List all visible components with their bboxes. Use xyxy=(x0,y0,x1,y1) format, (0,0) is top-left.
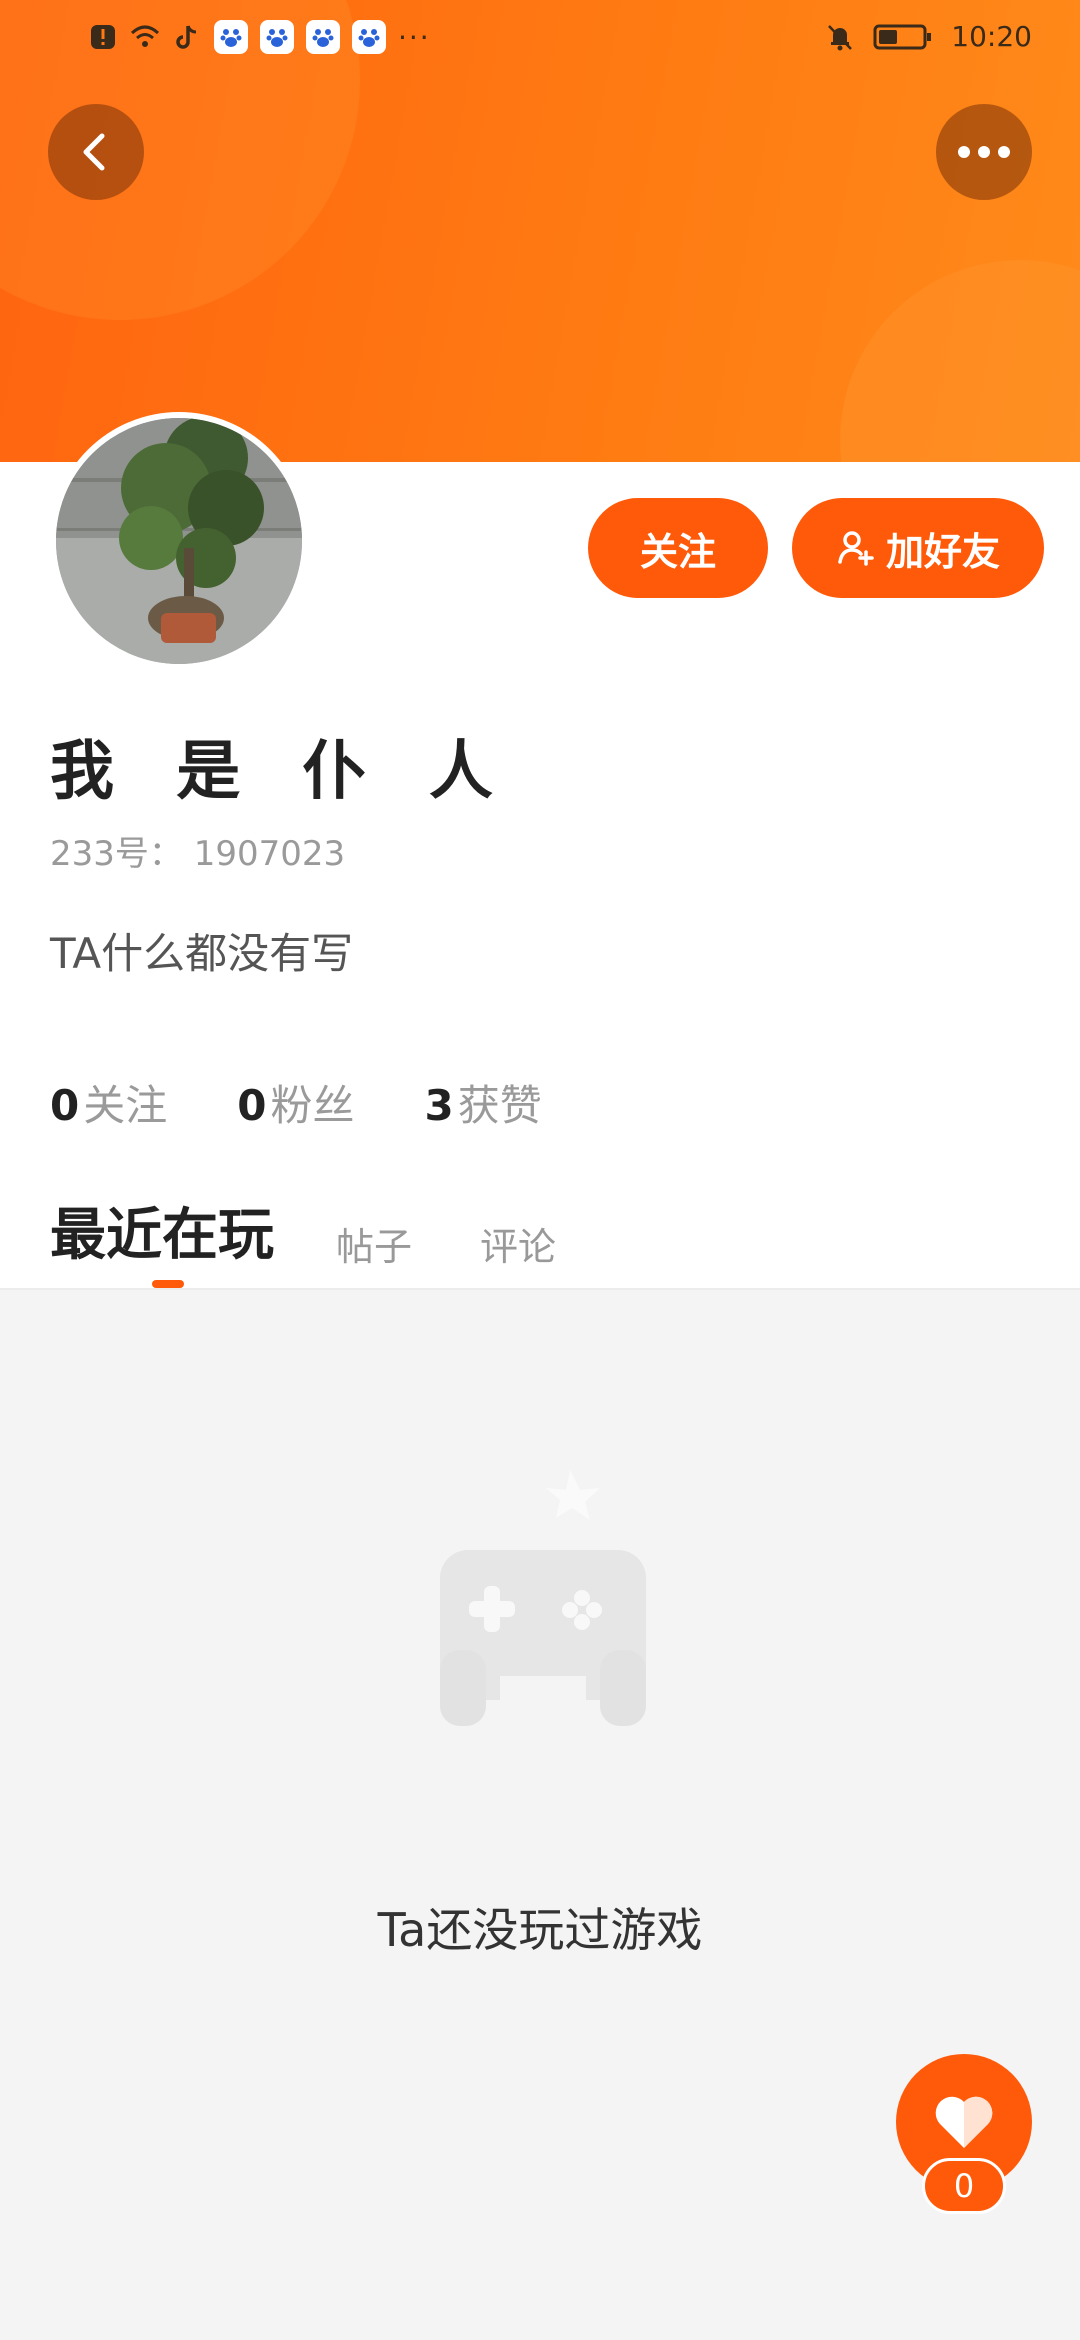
status-time: 10:20 xyxy=(951,20,1032,53)
stat-followers[interactable]: 0粉丝 xyxy=(237,1072,354,1133)
alert-icon xyxy=(91,25,115,49)
more-horizontal-icon xyxy=(958,146,1010,158)
baidu-paw-icon xyxy=(306,20,340,54)
stat-following-label: 关注 xyxy=(83,1081,168,1130)
heart-icon xyxy=(935,2096,993,2148)
gamepad-icon xyxy=(400,1440,700,1740)
tab-recently-played[interactable]: 最近在玩 xyxy=(50,1190,274,1271)
baidu-paw-icon xyxy=(214,20,248,54)
stat-following-count: 0 xyxy=(50,1081,80,1130)
profile-tabs: 最近在玩 帖子 评论 xyxy=(50,1190,624,1271)
more-options-button[interactable] xyxy=(936,104,1032,200)
baidu-paw-icon xyxy=(260,20,294,54)
empty-state-text: Ta还没玩过游戏 xyxy=(377,1903,703,1957)
wifi-icon xyxy=(130,25,160,47)
profile-uid: 233号： 1907023 xyxy=(50,834,346,874)
add-user-icon xyxy=(838,531,874,566)
back-button[interactable] xyxy=(48,104,144,200)
tabs-divider xyxy=(0,1288,1080,1290)
stat-likes-count: 3 xyxy=(424,1081,454,1130)
stat-following[interactable]: 0关注 xyxy=(50,1072,167,1133)
stat-likes-label: 获赞 xyxy=(457,1081,542,1130)
profile-bio: TA什么都没有写 xyxy=(50,929,354,978)
profile-name: 我 是 仆 人 xyxy=(50,735,513,809)
status-bar: ··· 10:20 xyxy=(0,0,1080,80)
avatar-image xyxy=(56,418,302,664)
add-friend-button[interactable]: 加好友 xyxy=(792,498,1044,598)
stat-followers-label: 粉丝 xyxy=(270,1081,355,1130)
banner-decoration xyxy=(840,260,1080,462)
follow-button[interactable]: 关注 xyxy=(588,498,768,598)
tiktok-icon xyxy=(176,25,197,49)
tab-comments[interactable]: 评论 xyxy=(480,1216,556,1271)
chevron-left-icon xyxy=(83,133,105,171)
battery-icon xyxy=(873,24,932,49)
follow-label: 关注 xyxy=(639,529,716,574)
baidu-paw-icon xyxy=(352,20,386,54)
tab-posts[interactable]: 帖子 xyxy=(336,1216,412,1271)
stat-followers-count: 0 xyxy=(237,1081,267,1130)
bell-muted-icon xyxy=(828,24,853,50)
avatar[interactable] xyxy=(50,412,308,670)
more-notifications-indicator: ··· xyxy=(398,20,431,54)
stat-likes[interactable]: 3获赞 xyxy=(425,1072,542,1133)
profile-stats: 0关注 0粉丝 3获赞 xyxy=(50,1072,542,1133)
active-tab-indicator xyxy=(152,1280,184,1288)
like-count-badge: 0 xyxy=(922,2158,1006,2214)
add-friend-label: 加好友 xyxy=(885,529,1000,574)
